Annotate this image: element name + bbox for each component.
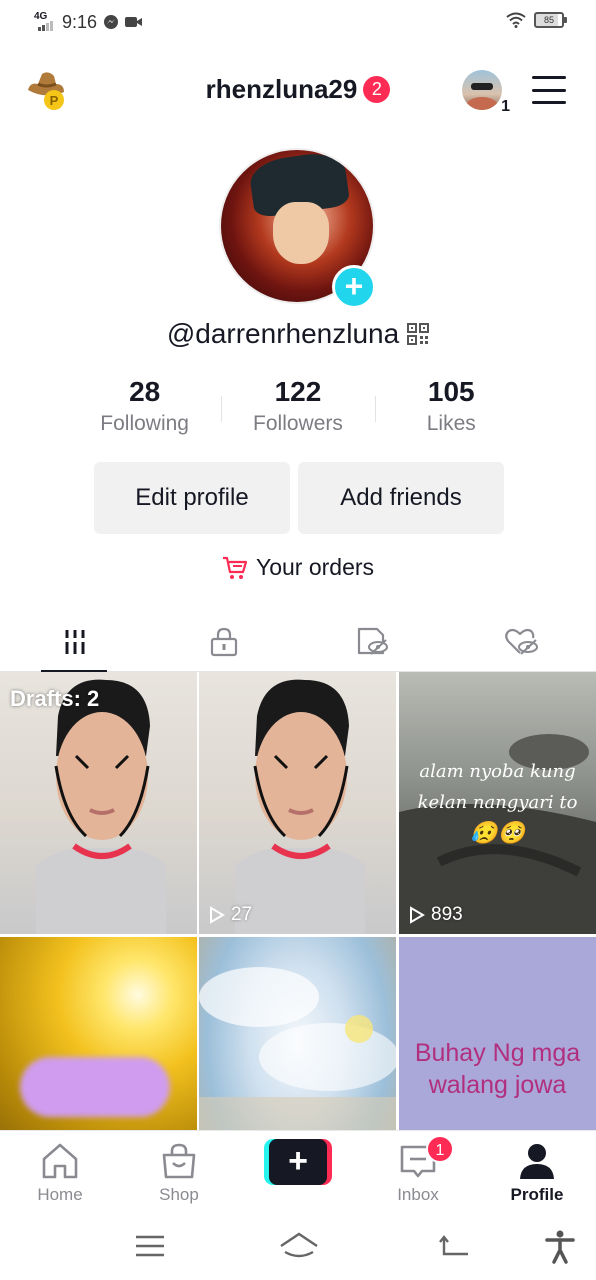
accessibility-icon[interactable] bbox=[542, 1228, 578, 1264]
stat-label: Likes bbox=[426, 412, 476, 435]
back-icon[interactable] bbox=[436, 1228, 472, 1264]
profile-tabs bbox=[0, 612, 596, 673]
account-count: 1 bbox=[501, 98, 510, 115]
video-thumbnail-drafts[interactable]: Drafts: 2 bbox=[0, 672, 197, 934]
handle-row: @darrenrhenzluna bbox=[0, 318, 596, 350]
nav-label: Home bbox=[37, 1185, 83, 1204]
shopping-bag-icon bbox=[162, 1143, 196, 1179]
avatar bbox=[462, 70, 502, 110]
stat-following[interactable]: 28 Following bbox=[68, 374, 221, 436]
create-button[interactable]: + bbox=[264, 1139, 332, 1185]
your-orders-link[interactable]: Your orders bbox=[0, 554, 596, 581]
profile-header: P rhenzluna29 2 1 bbox=[0, 62, 596, 120]
video-thumbnail[interactable] bbox=[0, 937, 197, 1130]
play-icon bbox=[410, 906, 425, 924]
stat-label: Followers bbox=[253, 412, 343, 435]
video-thumbnail[interactable]: 27 bbox=[199, 672, 396, 934]
videos-grid-icon bbox=[65, 630, 84, 654]
video-camera-icon bbox=[125, 17, 143, 27]
stat-value: 105 bbox=[427, 376, 475, 407]
add-photo-button[interactable]: + bbox=[332, 265, 376, 309]
nav-shop[interactable]: Shop bbox=[129, 1141, 229, 1205]
status-right: 85 bbox=[506, 12, 567, 28]
menu-icon[interactable] bbox=[532, 76, 566, 104]
qr-code-icon[interactable] bbox=[407, 323, 430, 345]
home-icon bbox=[42, 1143, 78, 1179]
plus-icon: + bbox=[269, 1139, 327, 1185]
profile-actions: Edit profile Add friends bbox=[94, 462, 504, 534]
video-thumbnail[interactable] bbox=[199, 937, 396, 1130]
tab-liked[interactable] bbox=[447, 612, 596, 672]
status-left: 4G 9:16 bbox=[34, 11, 143, 33]
nav-home[interactable]: Home bbox=[10, 1141, 110, 1205]
system-nav-bar bbox=[0, 1210, 596, 1280]
your-orders-label: Your orders bbox=[255, 554, 375, 580]
stat-label: Following bbox=[100, 412, 189, 435]
profile-person-icon bbox=[520, 1144, 554, 1179]
account-switcher-avatar[interactable]: 1 bbox=[462, 70, 510, 115]
status-bar: 4G 9:16 85 bbox=[0, 0, 596, 46]
private-lock-icon bbox=[210, 627, 237, 657]
video-caption: Buhay Ng mga walang jowa bbox=[414, 1039, 581, 1099]
tab-private[interactable] bbox=[149, 612, 298, 672]
video-caption: alam nyoba kung kelan nangyari to 😥🥺 bbox=[417, 761, 578, 846]
hidden-reposts-icon bbox=[357, 627, 388, 655]
tab-reposts[interactable] bbox=[298, 612, 447, 672]
clock: 9:16 bbox=[62, 11, 98, 32]
play-icon bbox=[210, 906, 225, 924]
stat-followers[interactable]: 122 Followers bbox=[221, 374, 374, 436]
nav-label: Shop bbox=[159, 1185, 199, 1204]
view-count: 27 bbox=[209, 904, 252, 926]
bottom-nav: Home Shop + 1 Inbox Profile bbox=[0, 1130, 596, 1210]
stat-value: 122 bbox=[274, 376, 322, 407]
nav-label: Inbox bbox=[397, 1185, 439, 1204]
recent-apps-icon[interactable] bbox=[132, 1228, 168, 1264]
username[interactable]: rhenzluna29 bbox=[206, 74, 358, 105]
drafts-label: Drafts: 2 bbox=[10, 686, 100, 711]
signal-icon: 4G bbox=[34, 11, 56, 33]
stat-likes[interactable]: 105 Likes bbox=[374, 374, 528, 436]
shopping-cart-icon bbox=[222, 556, 248, 579]
nav-profile[interactable]: Profile bbox=[487, 1141, 587, 1205]
liked-hidden-icon bbox=[504, 628, 538, 655]
nav-inbox[interactable]: 1 Inbox bbox=[368, 1135, 468, 1205]
video-grid: Drafts: 2 27 alam nyoba kung kelan nangy… bbox=[0, 672, 596, 1130]
profile-handle: @darrenrhenzluna bbox=[166, 318, 400, 349]
stat-value: 28 bbox=[129, 376, 161, 407]
profile-stats: 28 Following 122 Followers 105 Likes bbox=[68, 374, 528, 436]
video-thumbnail[interactable]: alam nyoba kung kelan nangyari to 😥🥺 893 bbox=[399, 672, 596, 934]
home-system-icon[interactable] bbox=[278, 1228, 320, 1264]
tab-videos[interactable] bbox=[0, 612, 149, 673]
add-friends-button[interactable]: Add friends bbox=[298, 462, 504, 534]
edit-profile-button[interactable]: Edit profile bbox=[94, 462, 290, 534]
messenger-icon bbox=[104, 15, 119, 29]
video-thumbnail[interactable]: Buhay Ng mga walang jowa bbox=[399, 937, 596, 1130]
view-count: 893 bbox=[409, 904, 463, 926]
battery-icon: 85 bbox=[534, 12, 567, 28]
nav-label: Profile bbox=[510, 1185, 564, 1204]
username-notification-badge: 2 bbox=[363, 76, 391, 103]
wifi-icon bbox=[506, 12, 526, 28]
inbox-badge: 1 bbox=[426, 1135, 454, 1163]
